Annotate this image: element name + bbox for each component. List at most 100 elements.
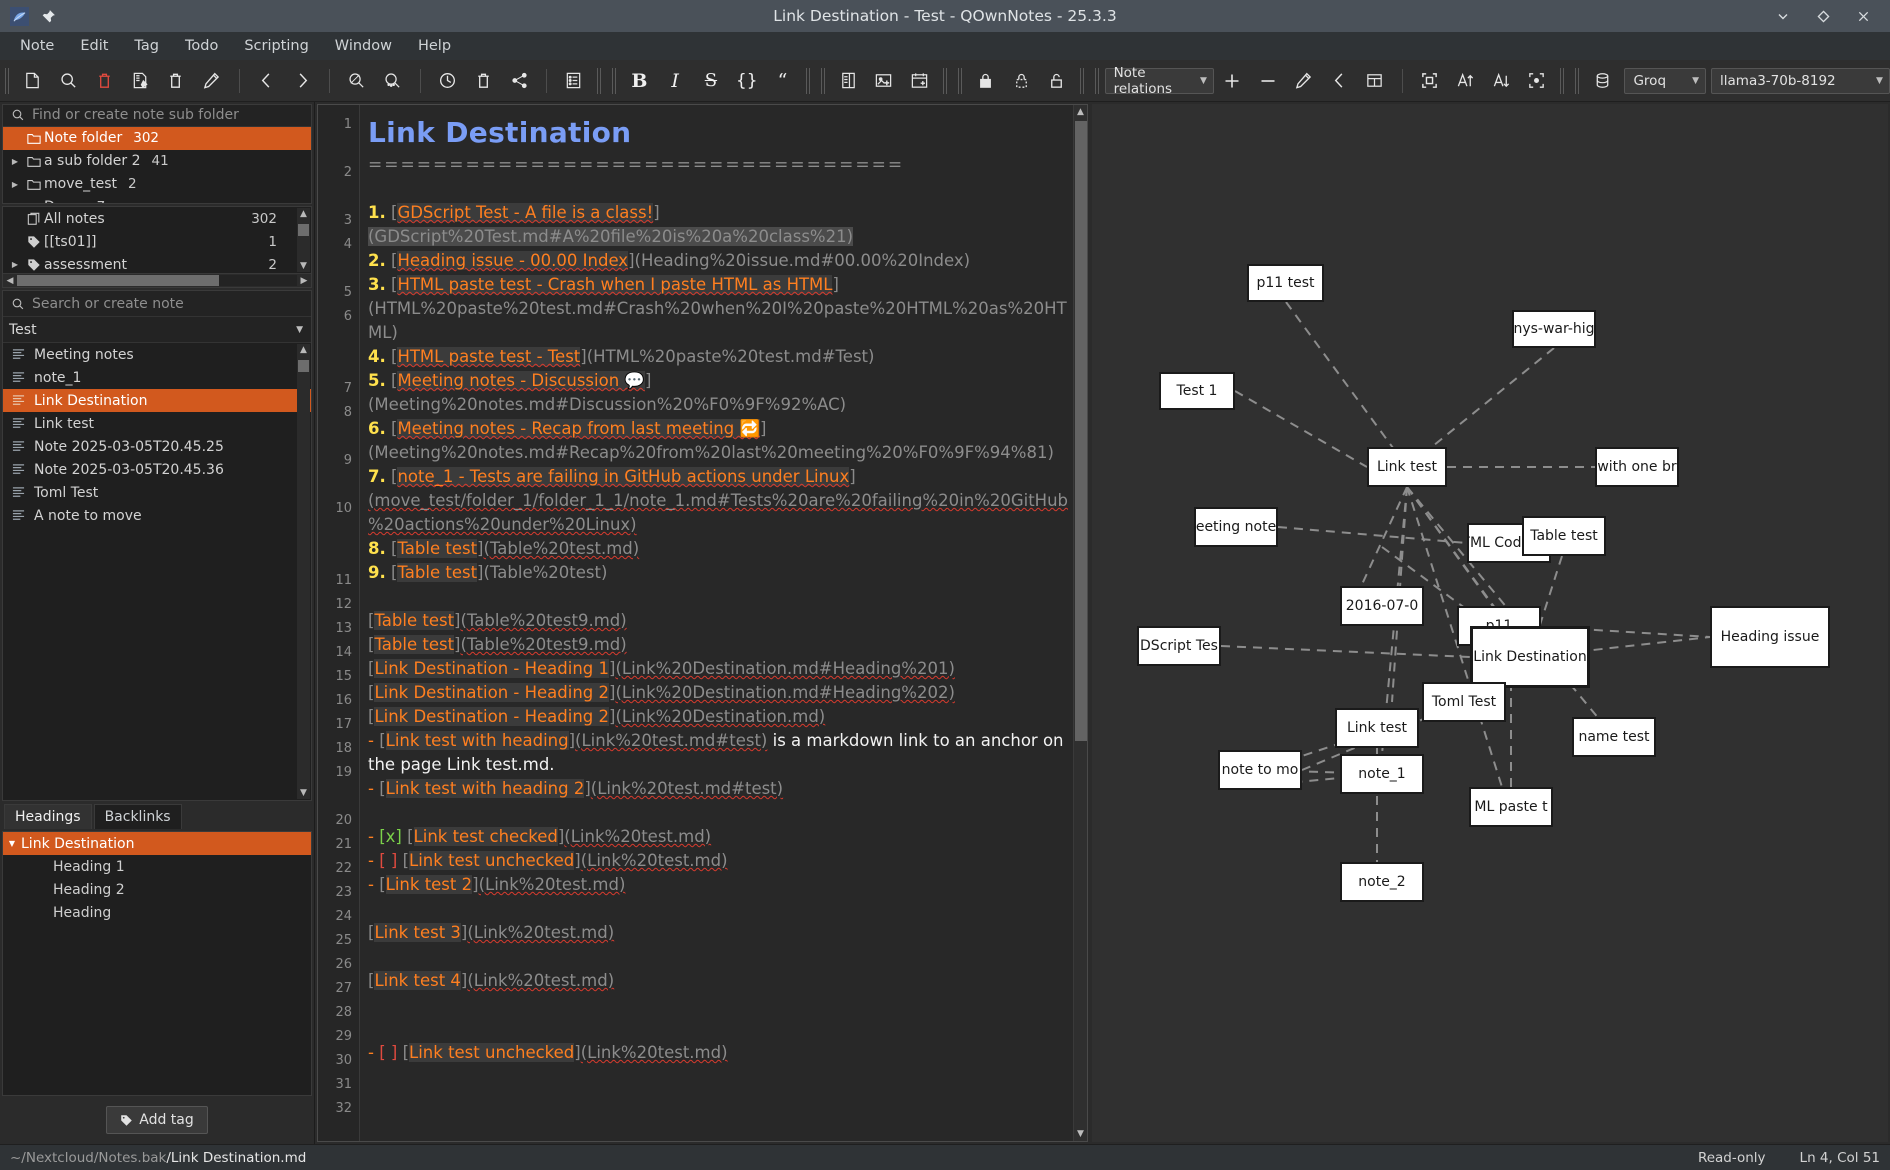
graph-edit-pencil-icon[interactable] [1286, 65, 1320, 97]
graph-panel-icon[interactable] [1358, 65, 1392, 97]
insert-date-icon[interactable] [903, 65, 937, 97]
share-icon[interactable] [502, 65, 536, 97]
doc-line-9[interactable]: 6. [Meeting notes - Recap from last meet… [368, 417, 1075, 465]
graph-fit-icon[interactable] [1413, 65, 1447, 97]
doc-line-7[interactable]: 4. [HTML paste test - Test](HTML%20paste… [368, 345, 1075, 369]
tab-backlinks[interactable]: Backlinks [94, 804, 182, 829]
note-row-link-destination[interactable]: Link Destination [3, 389, 311, 412]
menu-edit[interactable]: Edit [68, 34, 120, 58]
heading-row-link-destination[interactable]: ▼ Link Destination [3, 832, 311, 855]
doc-line-31[interactable]: - [ ] [Link test unchecked](Link%20test.… [368, 1041, 1075, 1065]
doc-line-15[interactable]: [Table test](Table%20test9.md) [368, 633, 1075, 657]
database-icon[interactable] [1586, 65, 1620, 97]
note-list-scrollbar[interactable]: ▲ ▼ [297, 344, 310, 799]
scroll-left-icon[interactable]: ◀ [3, 276, 17, 286]
graph-back-icon[interactable] [1322, 65, 1356, 97]
menu-tag[interactable]: Tag [122, 34, 171, 58]
graph-node[interactable]: p11 test [1247, 264, 1324, 302]
back-icon[interactable] [250, 65, 284, 97]
note-edit-icon[interactable] [123, 65, 157, 97]
graph-node[interactable]: name test [1572, 717, 1656, 757]
close-button[interactable] [1854, 7, 1872, 25]
scroll-up-icon[interactable]: ▲ [300, 344, 307, 356]
chevron-right-icon[interactable]: ▶ [7, 180, 23, 189]
new-note-icon[interactable] [16, 65, 50, 97]
toolbar-grip[interactable] [3, 67, 12, 95]
toolbar-grip[interactable] [1573, 67, 1582, 95]
scroll-down-icon[interactable]: ▼ [300, 787, 307, 799]
bold-icon[interactable]: B [623, 65, 657, 97]
folder-row-demo[interactable]: ▶ Demo 7 [3, 196, 311, 203]
history-icon[interactable] [431, 65, 465, 97]
graph-node[interactable]: note_2 [1340, 862, 1424, 902]
heading-row-heading[interactable]: Heading [3, 901, 311, 924]
menu-scripting[interactable]: Scripting [232, 34, 320, 58]
forward-icon[interactable] [285, 65, 319, 97]
note-list-icon[interactable] [557, 65, 591, 97]
note-row-note-2025-03-05t20-45-25[interactable]: Note 2025-03-05T20.45.25 [3, 435, 311, 458]
heading-row-heading-1[interactable]: Heading 1 [3, 855, 311, 878]
tab-headings[interactable]: Headings [4, 804, 92, 829]
checkbox-checked[interactable]: [x] [379, 827, 402, 846]
delete-note-icon[interactable] [87, 65, 121, 97]
zoom-in-icon[interactable] [376, 65, 410, 97]
graph-node[interactable]: Link test [1367, 447, 1447, 487]
minimize-button[interactable] [1774, 7, 1792, 25]
graph-node[interactable]: Table test [1522, 516, 1606, 556]
note-search-row[interactable]: Search or create note [3, 291, 311, 317]
doc-line-19[interactable]: - [Link test with heading](Link%20test.m… [368, 729, 1075, 777]
doc-line-12[interactable]: 9. [Table test](Table%20test) [368, 561, 1075, 585]
scroll-down-icon[interactable]: ▼ [300, 260, 307, 272]
note-search-input[interactable]: Search or create note [32, 296, 184, 312]
graph-node[interactable]: note_1 [1340, 754, 1424, 794]
ai-provider-select[interactable]: Groq ▼ [1624, 68, 1706, 94]
font-decrease-icon[interactable] [1484, 65, 1518, 97]
note-row-toml-test[interactable]: Toml Test [3, 481, 311, 504]
graph-node[interactable]: note to mo [1218, 750, 1302, 790]
encrypt-icon[interactable] [1004, 65, 1038, 97]
note-graph[interactable]: p11 testnys-war-higTest 1Link testwith o… [1092, 104, 1888, 1142]
heading-row-heading-2[interactable]: Heading 2 [3, 878, 311, 901]
font-increase-icon[interactable] [1449, 65, 1483, 97]
insert-table-icon[interactable] [831, 65, 865, 97]
scroll-thumb[interactable] [298, 224, 309, 236]
doc-line-4[interactable]: 1. [GDScript Test - A file is a class!](… [368, 201, 1075, 249]
doc-line-10[interactable]: 7. [note_1 - Tests are failing in GitHub… [368, 465, 1075, 537]
strikethrough-icon[interactable]: S [694, 65, 728, 97]
toolbar-grip[interactable] [610, 67, 619, 95]
tag-row-assessment[interactable]: ▶ assessment 2 [3, 253, 311, 273]
doc-line-20[interactable]: - [Link test with heading 2](Link%20test… [368, 777, 1075, 801]
graph-node[interactable]: eeting note [1194, 507, 1278, 547]
pencil-icon[interactable] [195, 65, 229, 97]
insert-image-icon[interactable] [867, 65, 901, 97]
graph-node[interactable]: with one br [1595, 447, 1679, 487]
italic-icon[interactable]: I [658, 65, 692, 97]
graph-node[interactable]: 2016-07-0 [1340, 586, 1424, 626]
doc-line-8[interactable]: 5. [Meeting notes - Discussion 💬](Meetin… [368, 369, 1075, 417]
graph-node[interactable]: Test 1 [1159, 372, 1235, 410]
tag-row-ts01[interactable]: ▶ [[ts01]] 1 [3, 230, 311, 253]
trash-bin-icon[interactable] [466, 65, 500, 97]
maximize-button[interactable] [1814, 7, 1832, 25]
graph-node[interactable]: Toml Test [1422, 682, 1506, 722]
editor-scrollbar[interactable]: ▲ ▼ [1073, 105, 1087, 1141]
doc-line-14[interactable]: [Table test](Table%20test9.md) [368, 609, 1075, 633]
menu-window[interactable]: Window [323, 34, 404, 58]
menu-todo[interactable]: Todo [173, 34, 230, 58]
scroll-up-icon[interactable]: ▲ [1077, 105, 1084, 119]
folder-search-input[interactable]: Find or create note sub folder [32, 107, 239, 123]
chevron-right-icon[interactable]: ▶ [7, 157, 23, 166]
doc-line-11[interactable]: 8. [Table test](Table%20test.md) [368, 537, 1075, 561]
graph-center-icon[interactable] [1520, 65, 1554, 97]
note-row-link-test[interactable]: Link test [3, 412, 311, 435]
graph-zoom-out-icon[interactable] [1251, 65, 1285, 97]
folder-row-a-sub-folder-2[interactable]: ▶ a sub folder 2 41 [3, 150, 311, 173]
scroll-track[interactable] [17, 275, 297, 286]
lock-open-icon[interactable] [1040, 65, 1074, 97]
tag-horizontal-scrollbar[interactable]: ◀ ▶ [3, 273, 311, 287]
scroll-thumb[interactable] [298, 360, 309, 372]
toolbar-grip[interactable] [955, 67, 964, 95]
doc-line-17[interactable]: [Link Destination - Heading 2](Link%20De… [368, 681, 1075, 705]
note-row-a-note-to-move[interactable]: A note to move [3, 504, 311, 527]
chevron-right-icon[interactable]: ▶ [7, 260, 23, 269]
